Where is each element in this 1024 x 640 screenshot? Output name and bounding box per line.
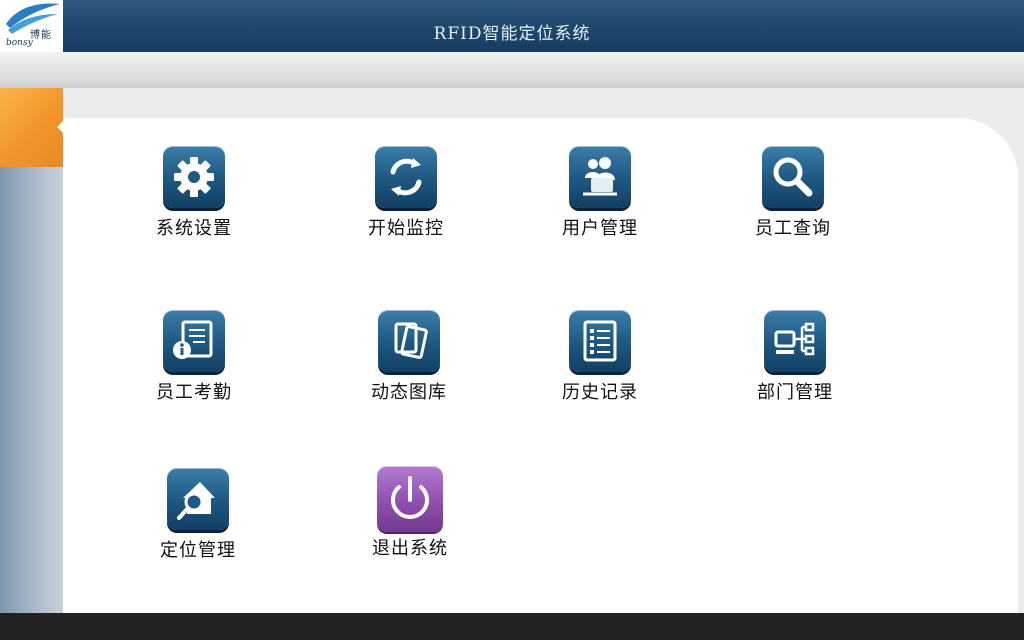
menu-item-label: 历史记录 [562,382,638,403]
search-icon [762,146,824,208]
menu-item-label: 定位管理 [160,540,236,561]
menu-item-label: 退出系统 [372,538,448,559]
menu-item-start-monitoring[interactable]: 开始监控 [346,146,466,256]
gear-icon [163,146,225,208]
menu-item-label: 动态图库 [371,382,447,403]
location-search-icon [167,468,229,530]
menu-item-label: 开始监控 [368,218,444,239]
menu-item-label: 部门管理 [757,382,833,403]
toolbar-band [0,52,1024,88]
menu-item-dynamic-gallery[interactable]: 动态图库 [349,310,469,420]
menu-item-label: 员工考勤 [156,382,232,403]
power-icon [377,466,443,532]
menu-item-attendance[interactable]: 员工考勤 [134,310,254,420]
refresh-icon [375,146,437,208]
menu-item-label: 用户管理 [562,218,638,239]
top-bar: 博能 bonsy RFID智能定位系统 [0,0,1024,52]
menu-item-label: 系统设置 [156,218,232,239]
menu-item-employee-search[interactable]: 员工查询 [733,146,853,256]
menu-item-system-settings[interactable]: 系统设置 [134,146,254,256]
users-icon [569,146,631,208]
org-chart-icon [764,310,826,372]
cards-icon [378,310,440,372]
menu-item-department-management[interactable]: 部门管理 [735,310,855,420]
menu-item-user-management[interactable]: 用户管理 [540,146,660,256]
app-title: RFID智能定位系统 [433,24,591,44]
list-icon [569,310,631,372]
sidebar-active-tab[interactable] [0,88,64,167]
menu-item-history[interactable]: 历史记录 [540,310,660,420]
menu-item-location-management[interactable]: 定位管理 [138,468,258,578]
status-bar [0,613,1024,640]
menu-item-label: 员工查询 [755,218,831,239]
info-document-icon [163,310,225,372]
menu-item-exit-system[interactable]: 退出系统 [350,466,470,576]
